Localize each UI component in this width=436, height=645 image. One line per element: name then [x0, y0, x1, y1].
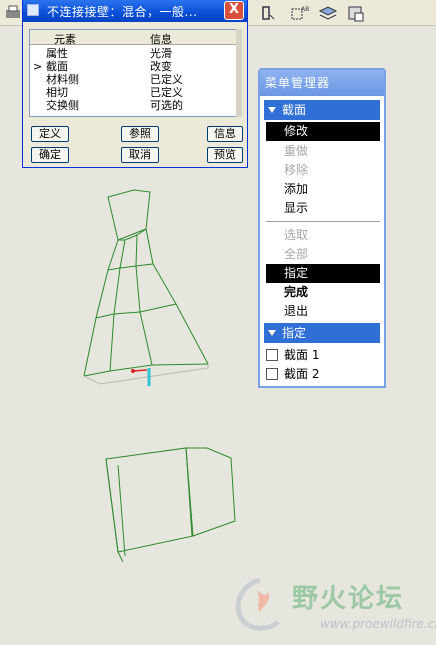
menu-item-specify[interactable]: 指定: [266, 264, 380, 283]
menu-item-modify[interactable]: 修改: [266, 122, 380, 141]
list-row[interactable]: 属性 光滑: [30, 47, 241, 60]
menu-item-done[interactable]: 完成: [266, 283, 380, 302]
row-element: 截面: [46, 60, 68, 73]
print-icon[interactable]: [3, 3, 23, 23]
list-scrollbar[interactable]: [236, 29, 242, 117]
menu-item-pick: 选取: [284, 228, 309, 242]
svg-text:AB: AB: [301, 6, 309, 13]
close-button[interactable]: X: [224, 1, 244, 20]
section-label: 截面: [282, 103, 307, 117]
row-info: 已定义: [150, 86, 183, 99]
reference-button[interactable]: 参照: [121, 126, 159, 142]
checkbox-icon[interactable]: [266, 368, 278, 380]
collapse-triangle-icon: [268, 107, 276, 113]
section-dialog: 不连接接壁：混合，一般... X 元素 信息 属性 光滑 > 截面 改变 材料侧…: [22, 0, 248, 168]
row-element: 属性: [46, 47, 68, 60]
menu-item-redo: 重做: [284, 144, 309, 158]
dialog-title: 不连接接壁：混合，一般...: [47, 5, 198, 19]
preview-button[interactable]: 预览: [207, 147, 243, 163]
watermark: 野火论坛 www.proewildfire.cn: [222, 570, 436, 645]
row-info: 已定义: [150, 73, 183, 86]
window-icon: [27, 4, 39, 16]
menu-section-section[interactable]: 截面: [264, 100, 380, 120]
checkbox-section-2[interactable]: 截面 2: [266, 365, 380, 383]
row-marker: >: [33, 60, 43, 73]
checkbox-icon[interactable]: [266, 349, 278, 361]
view-manager-icon[interactable]: [346, 3, 366, 23]
define-button[interactable]: 定义: [31, 126, 69, 142]
watermark-site-name: 野火论坛: [292, 584, 405, 614]
list-header: 元素 信息: [30, 30, 241, 47]
column-info-header[interactable]: 信息: [150, 31, 172, 47]
checkbox-label: 截面 1: [284, 348, 320, 362]
menu-item-show[interactable]: 显示: [266, 199, 380, 218]
row-info: 改变: [150, 60, 172, 73]
collapse-triangle-icon: [268, 330, 276, 336]
list-row[interactable]: 相切 已定义: [30, 86, 241, 99]
menu-separator: [266, 221, 380, 222]
checkbox-section-1[interactable]: 截面 1: [266, 346, 380, 364]
menu-manager-title[interactable]: 菜单管理器: [260, 70, 384, 96]
ok-button[interactable]: 确定: [31, 147, 69, 163]
menu-item-remove: 移除: [284, 163, 309, 177]
row-element: 材料侧: [46, 73, 79, 86]
list-row[interactable]: 材料侧 已定义: [30, 73, 241, 86]
layers-icon[interactable]: [318, 3, 338, 23]
menu-manager: 菜单管理器 截面 修改 重做 移除 添加 显示 选取 全部 指定 完成 退出 指…: [258, 68, 386, 388]
row-info: 光滑: [150, 47, 172, 60]
row-info: 可选的: [150, 99, 183, 112]
datum-point-icon[interactable]: AB: [290, 3, 310, 23]
row-element: 相切: [46, 86, 68, 99]
wildfire-logo-icon: [235, 577, 280, 631]
menu-item-quit[interactable]: 退出: [266, 302, 380, 321]
list-row[interactable]: > 截面 改变: [30, 60, 241, 73]
menu-section-specify[interactable]: 指定: [264, 323, 380, 343]
watermark-url: www.proewildfire.cn: [320, 617, 436, 631]
section-label: 指定: [282, 326, 307, 340]
menu-item-all: 全部: [284, 247, 309, 261]
dialog-title-bar[interactable]: 不连接接壁：混合，一般... X: [23, 0, 247, 22]
list-row[interactable]: 交换侧 可选的: [30, 99, 241, 112]
info-button[interactable]: 信息: [207, 126, 243, 142]
menu-item-add[interactable]: 添加: [266, 180, 380, 199]
element-list[interactable]: 元素 信息 属性 光滑 > 截面 改变 材料侧 已定义 相切 已定义 交换侧 可…: [29, 29, 242, 117]
checkbox-label: 截面 2: [284, 367, 320, 381]
column-element-header[interactable]: 元素: [54, 31, 76, 47]
row-element: 交换侧: [46, 99, 79, 112]
cancel-button[interactable]: 取消: [121, 147, 159, 163]
datum-axis-icon[interactable]: [257, 3, 277, 23]
